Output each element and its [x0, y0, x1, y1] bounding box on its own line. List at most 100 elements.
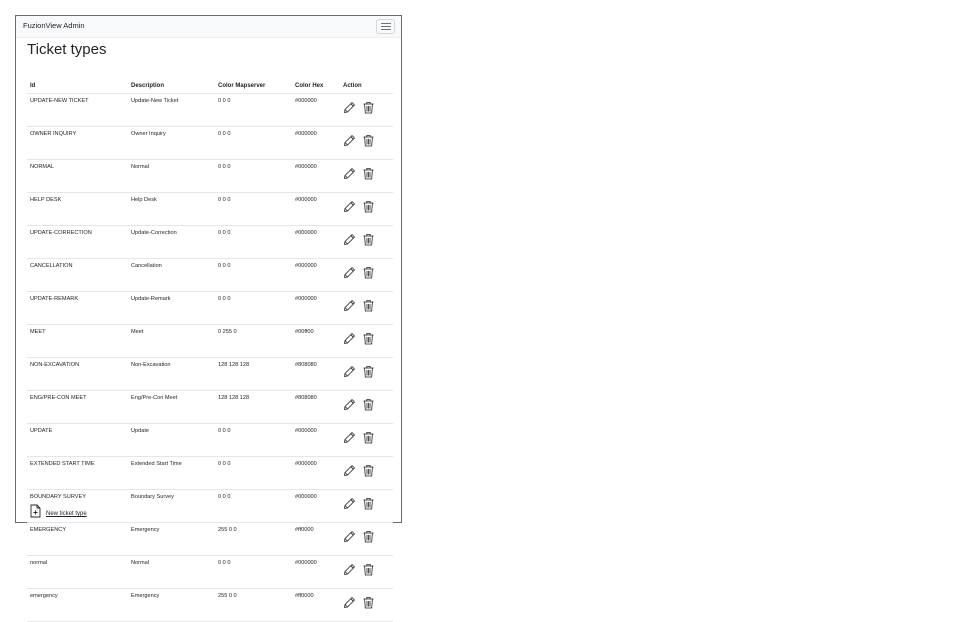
table-row: UPDATE Update 0 0 0 #000000: [27, 423, 393, 457]
table-row: UPDATE-NEW TICKET Update-New Ticket 0 0 0 #…: [27, 93, 393, 127]
cell-id: CANCELLATION: [27, 258, 128, 292]
pencil-icon[interactable]: [343, 233, 356, 246]
pencil-icon[interactable]: [343, 596, 356, 609]
pencil-icon[interactable]: [343, 200, 356, 213]
pencil-icon[interactable]: [343, 431, 356, 444]
cell-id: emergency: [27, 588, 128, 622]
trash-icon[interactable]: [362, 167, 375, 180]
table-row: HELP DESK Help Desk 0 0 0 #000000: [27, 192, 393, 226]
cell-actions: [340, 324, 393, 358]
cell-color-hex: #000000: [292, 126, 340, 160]
cell-id: EMERGENCY: [27, 522, 128, 556]
cell-id: EXTENDED START TIME: [27, 456, 128, 490]
cell-description: Owner Inquiry: [128, 126, 215, 160]
cell-color-mapserver: 255 0 0: [215, 522, 292, 556]
cell-actions: [340, 555, 393, 589]
table-body: UPDATE-NEW TICKET Update-New Ticket 0 0 0 #…: [27, 93, 393, 622]
trash-icon[interactable]: [362, 266, 375, 279]
pencil-icon[interactable]: [343, 365, 356, 378]
cell-description: Emergency: [128, 522, 215, 556]
cell-description: Non-Excavation: [128, 357, 215, 391]
cell-color-hex: #000000: [292, 93, 340, 127]
cell-color-mapserver: 0 0 0: [215, 555, 292, 589]
cell-color-mapserver: 0 0 0: [215, 159, 292, 193]
cell-color-mapserver: 0 255 0: [215, 324, 292, 358]
table-row: CANCELLATION Cancellation 0 0 0 #000000: [27, 258, 393, 292]
cell-actions: [340, 489, 393, 523]
hamburger-icon-bar: [381, 23, 391, 24]
navbar-brand[interactable]: FuzionView Admin: [23, 21, 85, 30]
cell-color-hex: #000000: [292, 258, 340, 292]
cell-id: HELP DESK: [27, 192, 128, 226]
trash-icon[interactable]: [362, 101, 375, 114]
pencil-icon[interactable]: [343, 299, 356, 312]
pencil-icon[interactable]: [343, 398, 356, 411]
cell-id: ENG/PRE-CON MEET: [27, 390, 128, 424]
trash-icon[interactable]: [362, 200, 375, 213]
trash-icon[interactable]: [362, 464, 375, 477]
pencil-icon[interactable]: [343, 464, 356, 477]
navbar-toggle-button[interactable]: [376, 19, 395, 34]
trash-icon[interactable]: [362, 431, 375, 444]
cell-color-hex: #000000: [292, 423, 340, 457]
cell-actions: [340, 588, 393, 622]
trash-icon[interactable]: [362, 299, 375, 312]
cell-color-hex: #ff0000: [292, 588, 340, 622]
trash-icon[interactable]: [362, 497, 375, 510]
cell-description: Normal: [128, 555, 215, 589]
trash-icon[interactable]: [362, 596, 375, 609]
navbar: FuzionView Admin: [16, 16, 401, 38]
cell-description: Meet: [128, 324, 215, 358]
cell-color-mapserver: 0 0 0: [215, 93, 292, 127]
cell-color-mapserver: 0 0 0: [215, 423, 292, 457]
cell-actions: [340, 192, 393, 226]
trash-icon[interactable]: [362, 332, 375, 345]
new-ticket-type-label[interactable]: New ticket type: [46, 511, 87, 517]
cell-color-hex: #000000: [292, 456, 340, 490]
trash-icon[interactable]: [362, 563, 375, 576]
cell-actions: [340, 357, 393, 391]
file-plus-icon: [30, 504, 41, 518]
trash-icon[interactable]: [362, 530, 375, 543]
table-row: normal Normal 0 0 0 #000000: [27, 555, 393, 589]
table-row: UPDATE-REMARK Update-Remark 0 0 0 #000000: [27, 291, 393, 325]
pencil-icon[interactable]: [343, 332, 356, 345]
cell-color-mapserver: 128 128 128: [215, 357, 292, 391]
cell-color-hex: #808080: [292, 357, 340, 391]
app-window: FuzionView Admin Ticket types Id Descrip…: [15, 15, 402, 622]
cell-color-mapserver: 128 128 128: [215, 390, 292, 424]
pencil-icon[interactable]: [343, 563, 356, 576]
hamburger-icon-bar: [381, 29, 391, 30]
cell-color-mapserver: 0 0 0: [215, 489, 292, 523]
new-ticket-type-link[interactable]: New ticket type: [30, 504, 87, 518]
hamburger-icon-bar: [381, 26, 391, 27]
table-row: ENG/PRE-CON MEET Eng/Pre-Con Meet 128 128 …: [27, 390, 393, 424]
pencil-icon[interactable]: [343, 266, 356, 279]
cell-color-mapserver: 0 0 0: [215, 291, 292, 325]
cell-description: Cancellation: [128, 258, 215, 292]
cell-actions: [340, 291, 393, 325]
column-header-color-hex: Color Hex: [292, 78, 340, 94]
pencil-icon[interactable]: [343, 134, 356, 147]
pencil-icon[interactable]: [343, 497, 356, 510]
trash-icon[interactable]: [362, 134, 375, 147]
cell-color-hex: #000000: [292, 159, 340, 193]
cell-description: Update-Remark: [128, 291, 215, 325]
cell-description: Help Desk: [128, 192, 215, 226]
cell-id: UPDATE-CORRECTION: [27, 225, 128, 259]
pencil-icon[interactable]: [343, 167, 356, 180]
column-header-color-mapserver: Color Mapserver: [215, 78, 292, 94]
trash-icon[interactable]: [362, 365, 375, 378]
cell-id: UPDATE: [27, 423, 128, 457]
cell-color-mapserver: 0 0 0: [215, 192, 292, 226]
pencil-icon[interactable]: [343, 101, 356, 114]
pencil-icon[interactable]: [343, 530, 356, 543]
cell-id: MEET: [27, 324, 128, 358]
table-row: MEET Meet 0 255 0 #00ff00: [27, 324, 393, 358]
cell-color-mapserver: 0 0 0: [215, 126, 292, 160]
trash-icon[interactable]: [362, 398, 375, 411]
trash-icon[interactable]: [362, 233, 375, 246]
cell-color-mapserver: 255 0 0: [215, 588, 292, 622]
cell-color-mapserver: 0 0 0: [215, 225, 292, 259]
table-row: EXTENDED START TIME Extended Start Time 0 …: [27, 456, 393, 490]
